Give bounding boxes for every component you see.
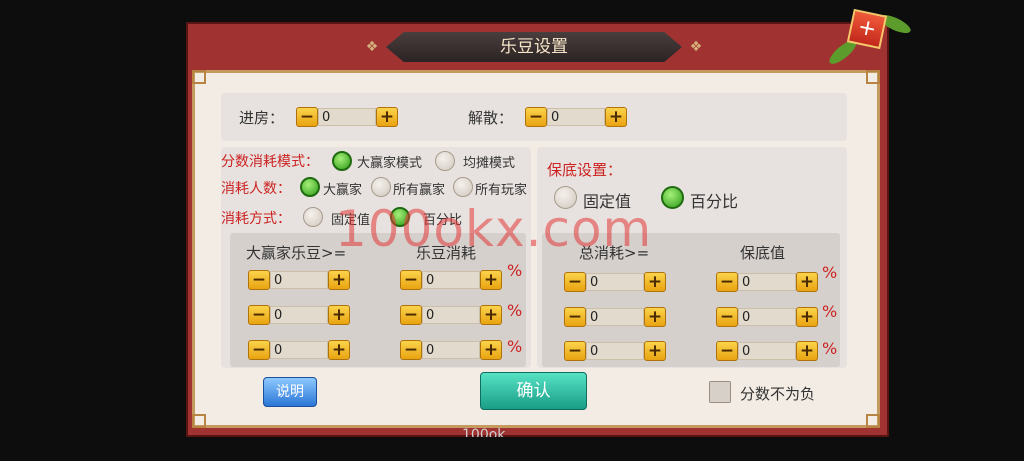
- enter-room-value[interactable]: 0: [318, 108, 376, 126]
- table-row: − 0 +: [716, 270, 818, 294]
- table-row: − 0 +: [248, 338, 350, 362]
- close-button[interactable]: +: [846, 8, 888, 50]
- table-row: − 0 +: [716, 305, 818, 329]
- corner-ornament: [192, 70, 206, 84]
- minus-button[interactable]: −: [248, 305, 270, 325]
- plus-button[interactable]: +: [376, 107, 398, 127]
- table-row: − 0 +: [400, 338, 502, 362]
- radio-winner-mode[interactable]: [332, 151, 352, 171]
- consume-value[interactable]: 0: [422, 306, 480, 324]
- winner-threshold-value[interactable]: 0: [270, 306, 328, 324]
- minus-button[interactable]: −: [564, 272, 586, 292]
- option-big-winner: 大赢家: [323, 183, 363, 198]
- option-guarantee-percent: 百分比: [690, 192, 739, 211]
- consume-value[interactable]: 0: [422, 341, 480, 359]
- percent-unit: %: [822, 339, 838, 358]
- table-row: − 0 +: [400, 268, 502, 292]
- guarantee-value[interactable]: 0: [738, 308, 796, 326]
- plus-button[interactable]: +: [328, 270, 350, 290]
- minus-button[interactable]: −: [716, 307, 738, 327]
- table-row: − 0 +: [716, 339, 818, 363]
- table-row: − 0 +: [400, 303, 502, 327]
- title-ornament-icon: ❖: [365, 39, 379, 55]
- option-winner-mode: 大赢家模式: [357, 156, 423, 171]
- consume-value[interactable]: 0: [422, 271, 480, 289]
- minus-button[interactable]: −: [716, 272, 738, 292]
- table-row: − 0 +: [248, 268, 350, 292]
- enter-room-label: 进房：: [239, 109, 285, 127]
- percent-unit: %: [507, 261, 523, 280]
- plus-button[interactable]: +: [644, 272, 666, 292]
- plus-button[interactable]: +: [328, 305, 350, 325]
- table-row: − 0 +: [564, 270, 666, 294]
- dialog-title: 乐豆设置: [500, 37, 568, 57]
- table-row: − 0 +: [248, 303, 350, 327]
- guarantee-value[interactable]: 0: [738, 273, 796, 291]
- percent-unit: %: [822, 302, 838, 321]
- plus-button[interactable]: +: [644, 307, 666, 327]
- plus-button[interactable]: +: [480, 270, 502, 290]
- minus-button[interactable]: −: [564, 307, 586, 327]
- table-header: 保底值: [740, 244, 786, 262]
- plus-button[interactable]: +: [796, 272, 818, 292]
- guarantee-value[interactable]: 0: [738, 342, 796, 360]
- radio-split-mode[interactable]: [435, 151, 455, 171]
- table-row: − 0 +: [564, 339, 666, 363]
- option-split-mode: 均摊模式: [463, 156, 516, 171]
- nonnegative-score-checkbox[interactable]: [709, 381, 731, 403]
- corner-ornament: [192, 414, 206, 428]
- plus-button[interactable]: +: [644, 341, 666, 361]
- minus-button[interactable]: −: [248, 340, 270, 360]
- percent-unit: %: [507, 301, 523, 320]
- consume-count-label: 消耗人数：: [221, 181, 291, 197]
- percent-unit: %: [507, 337, 523, 356]
- radio-all-players[interactable]: [453, 177, 473, 197]
- minus-button[interactable]: −: [400, 305, 422, 325]
- plus-button[interactable]: +: [796, 341, 818, 361]
- minus-button[interactable]: −: [296, 107, 318, 127]
- score-mode-label: 分数消耗模式：: [221, 154, 319, 170]
- radio-guarantee-percent[interactable]: [661, 186, 684, 209]
- corner-ornament: [866, 70, 880, 84]
- minus-button[interactable]: −: [248, 270, 270, 290]
- percent-unit: %: [822, 263, 838, 282]
- dissolve-value[interactable]: 0: [547, 108, 605, 126]
- winner-threshold-value[interactable]: 0: [270, 341, 328, 359]
- enter-room-stepper: − 0 +: [296, 105, 398, 129]
- watermark-text: 100okx.com: [335, 200, 653, 258]
- plus-button[interactable]: +: [796, 307, 818, 327]
- minus-button[interactable]: −: [400, 340, 422, 360]
- option-all-players: 所有玩家: [475, 183, 528, 198]
- plus-button[interactable]: +: [605, 107, 627, 127]
- minus-button[interactable]: −: [564, 341, 586, 361]
- plus-button[interactable]: +: [480, 305, 502, 325]
- consume-method-label: 消耗方式：: [221, 211, 291, 227]
- corner-ornament: [866, 414, 880, 428]
- winner-threshold-value[interactable]: 0: [270, 271, 328, 289]
- table-row: − 0 +: [564, 305, 666, 329]
- dissolve-stepper: − 0 +: [525, 105, 627, 129]
- nonnegative-score-label: 分数不为负: [740, 385, 816, 403]
- total-consume-value[interactable]: 0: [586, 342, 644, 360]
- option-all-winners: 所有赢家: [393, 183, 446, 198]
- title-ornament-icon: ❖: [689, 39, 703, 55]
- radio-big-winner[interactable]: [300, 177, 320, 197]
- total-consume-value[interactable]: 0: [586, 308, 644, 326]
- guarantee-label: 保底设置：: [547, 161, 623, 179]
- minus-button[interactable]: −: [400, 270, 422, 290]
- radio-all-winners[interactable]: [371, 177, 391, 197]
- help-button[interactable]: 说明: [263, 377, 317, 407]
- confirm-button[interactable]: 确认: [480, 372, 587, 410]
- plus-button[interactable]: +: [328, 340, 350, 360]
- minus-button[interactable]: −: [716, 341, 738, 361]
- dissolve-label: 解散：: [468, 109, 514, 127]
- table-header: 大赢家乐豆>=: [246, 244, 347, 262]
- radio-fixed-value[interactable]: [303, 207, 323, 227]
- bottom-partial-text: 100ok: [462, 428, 506, 437]
- plus-button[interactable]: +: [480, 340, 502, 360]
- total-consume-value[interactable]: 0: [586, 273, 644, 291]
- minus-button[interactable]: −: [525, 107, 547, 127]
